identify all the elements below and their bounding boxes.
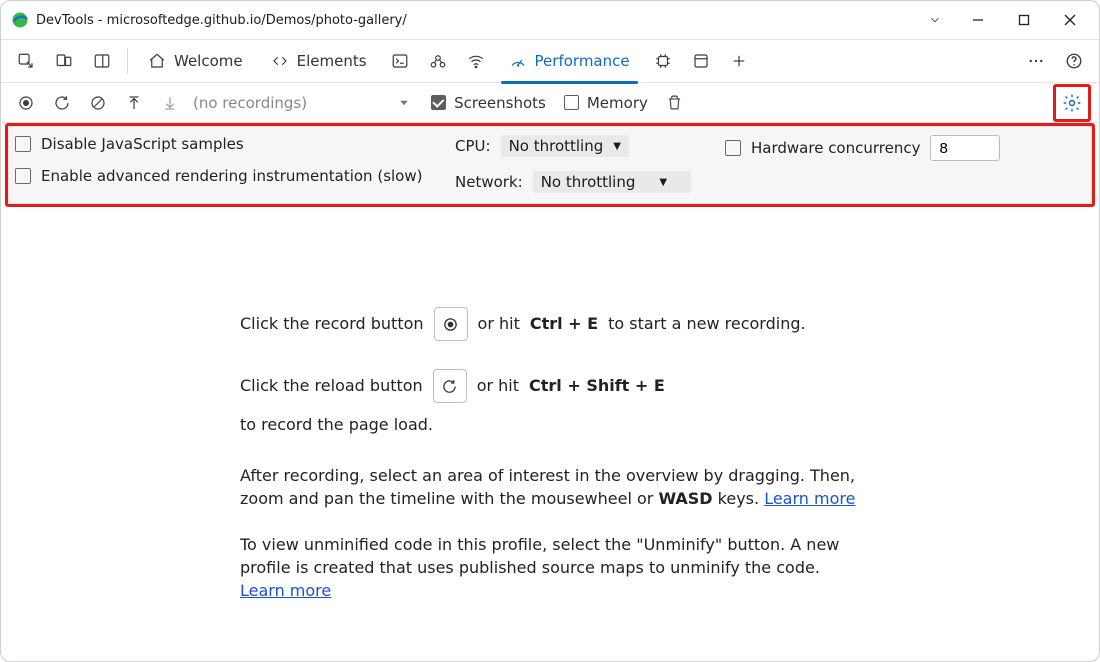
separator	[127, 48, 128, 74]
recordings-dropdown[interactable]: (no recordings)	[193, 94, 307, 112]
tab-performance[interactable]: Performance	[495, 39, 644, 83]
chevron-down-icon: ▼	[659, 177, 667, 188]
screenshots-checkbox[interactable]: Screenshots	[423, 94, 554, 112]
tab-elements[interactable]: Elements	[257, 39, 381, 83]
checkbox-icon	[15, 136, 31, 152]
reload-record-button[interactable]	[45, 86, 79, 120]
checkbox-icon	[725, 140, 741, 156]
reload-hint-row: Click the reload button or hit Ctrl + Sh…	[240, 369, 860, 436]
hint-text: Click the reload button	[240, 374, 423, 397]
gear-icon	[1062, 93, 1082, 113]
hint-text: or hit	[478, 312, 520, 335]
hardware-concurrency-input[interactable]	[930, 135, 1000, 161]
record-hint-row: Click the record button or hit Ctrl + E …	[240, 307, 860, 341]
checkbox-icon	[15, 168, 31, 184]
select-value: No throttling	[541, 173, 636, 191]
hint-text: to start a new recording.	[608, 312, 805, 335]
cpu-throttling-row: CPU: No throttling ▼	[455, 135, 725, 157]
tab-welcome[interactable]: Welcome	[134, 39, 257, 83]
unminify-hint-paragraph: To view unminified code in this profile,…	[240, 533, 860, 603]
hint-text: or hit	[477, 374, 519, 397]
record-button-sample	[434, 307, 468, 341]
reload-button-sample	[433, 369, 467, 403]
chevron-down-icon[interactable]	[915, 13, 955, 27]
keyboard-shortcut: Ctrl + Shift + E	[529, 374, 665, 397]
checkbox-label: Disable JavaScript samples	[41, 135, 244, 153]
record-button[interactable]	[9, 86, 43, 120]
performance-toolbar: (no recordings) Screenshots Memory	[1, 83, 1099, 123]
disable-js-samples-checkbox[interactable]: Disable JavaScript samples	[15, 135, 455, 153]
network-throttling-row: Network: No throttling ▼	[455, 171, 725, 193]
advanced-rendering-checkbox[interactable]: Enable advanced rendering instrumentatio…	[15, 167, 455, 185]
network-label: Network:	[455, 173, 523, 191]
hardware-concurrency-checkbox[interactable]: Hardware concurrency	[725, 135, 1081, 161]
gauge-icon	[509, 52, 527, 70]
hint-text: keys.	[713, 489, 765, 508]
keyboard-shortcut: WASD	[658, 489, 712, 508]
zoom-hint-paragraph: After recording, select an area of inter…	[240, 464, 860, 510]
help-icon[interactable]	[1055, 42, 1093, 80]
application-icon[interactable]	[682, 42, 720, 80]
learn-more-link[interactable]: Learn more	[240, 581, 331, 600]
memory-icon[interactable]	[644, 42, 682, 80]
cpu-label: CPU:	[455, 137, 491, 155]
chevron-down-icon: ▼	[613, 141, 621, 152]
checkbox-label: Enable advanced rendering instrumentatio…	[41, 167, 422, 185]
add-tab-icon[interactable]	[720, 42, 758, 80]
learn-more-link[interactable]: Learn more	[764, 489, 855, 508]
dropdown-caret-icon[interactable]	[387, 86, 421, 120]
app-icon	[11, 11, 29, 29]
window-titlebar: DevTools - microsoftedge.github.io/Demos…	[1, 1, 1099, 39]
delete-icon[interactable]	[658, 86, 692, 120]
network-icon[interactable]	[457, 42, 495, 80]
checkbox-label: Hardware concurrency	[751, 139, 920, 157]
select-value: No throttling	[509, 137, 604, 155]
capture-settings-button[interactable]	[1053, 84, 1091, 122]
more-icon[interactable]	[1017, 42, 1055, 80]
hint-text: Click the record button	[240, 312, 424, 335]
checkbox-icon	[431, 95, 446, 110]
console-icon[interactable]	[381, 42, 419, 80]
minimize-button[interactable]	[955, 1, 1001, 39]
code-icon	[271, 52, 289, 70]
maximize-button[interactable]	[1001, 1, 1047, 39]
close-button[interactable]	[1047, 1, 1093, 39]
clear-button[interactable]	[81, 86, 115, 120]
tab-label: Welcome	[174, 52, 243, 70]
hint-text: To view unminified code in this profile,…	[240, 535, 839, 577]
keyboard-shortcut: Ctrl + E	[530, 312, 598, 335]
memory-checkbox[interactable]: Memory	[556, 94, 656, 112]
tab-label: Performance	[535, 52, 630, 70]
download-icon[interactable]	[153, 86, 187, 120]
checkbox-icon	[564, 95, 579, 110]
inspect-icon[interactable]	[7, 42, 45, 80]
home-icon	[148, 52, 166, 70]
dock-side-icon[interactable]	[83, 42, 121, 80]
network-throttling-select[interactable]: No throttling ▼	[533, 171, 691, 193]
sources-icon[interactable]	[419, 42, 457, 80]
upload-icon[interactable]	[117, 86, 151, 120]
checkbox-label: Screenshots	[454, 94, 546, 112]
checkbox-label: Memory	[587, 94, 648, 112]
main-tab-strip: Welcome Elements Performance	[1, 39, 1099, 83]
cpu-throttling-select[interactable]: No throttling ▼	[501, 135, 629, 157]
empty-state: Click the record button or hit Ctrl + E …	[1, 207, 1099, 624]
tab-label: Elements	[297, 52, 367, 70]
window-title: DevTools - microsoftedge.github.io/Demos…	[36, 13, 407, 28]
capture-settings-panel: Disable JavaScript samples Enable advanc…	[5, 123, 1095, 207]
device-toolbar-icon[interactable]	[45, 42, 83, 80]
hint-text: to record the page load.	[240, 413, 433, 436]
